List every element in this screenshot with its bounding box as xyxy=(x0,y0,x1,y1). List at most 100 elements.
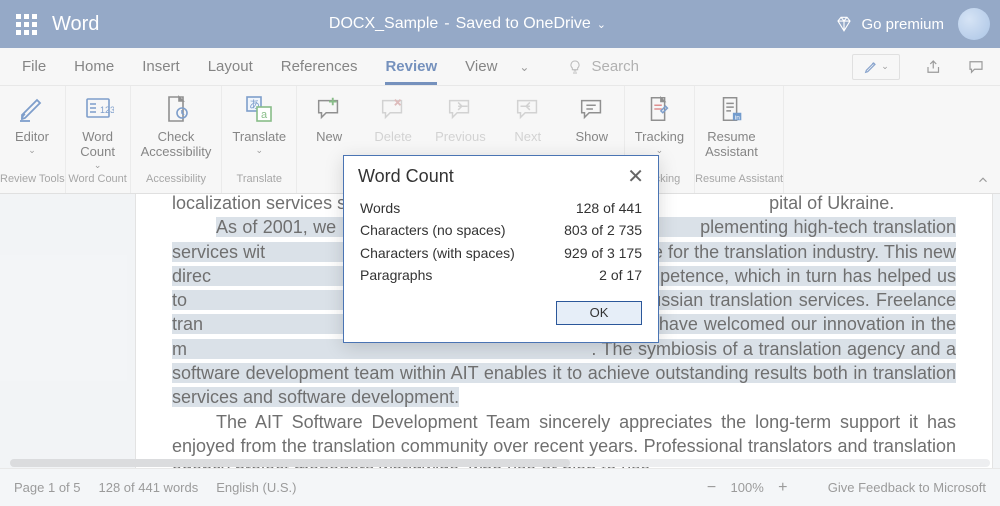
status-bar: Page 1 of 5 128 of 441 words English (U.… xyxy=(0,468,1000,506)
word-count-icon: 123 xyxy=(81,92,115,126)
resume-assistant-button[interactable]: in ResumeAssistant xyxy=(695,92,768,160)
chevron-down-icon: ⌄ xyxy=(597,18,606,31)
dialog-body: Words128 of 441Characters (no spaces) 803… xyxy=(344,193,658,291)
tab-layout[interactable]: Layout xyxy=(194,48,267,85)
share-button[interactable] xyxy=(918,54,950,80)
show-button[interactable]: Show xyxy=(560,92,624,145)
new-button[interactable]: New xyxy=(297,92,361,145)
dialog-row: Characters (no spaces) 803 of 2 735 xyxy=(360,219,642,241)
ok-button[interactable]: OK xyxy=(556,301,642,325)
group-label: Translate xyxy=(222,173,296,193)
zoom-level[interactable]: 100% xyxy=(731,480,764,495)
page-status[interactable]: Page 1 of 5 xyxy=(14,480,81,495)
stat-label: Characters (with spaces) xyxy=(360,242,515,264)
svg-text:a: a xyxy=(261,109,268,121)
tab-insert[interactable]: Insert xyxy=(128,48,194,85)
next-icon xyxy=(511,92,545,126)
button-label: New xyxy=(316,130,342,145)
title-separator: - xyxy=(444,15,449,33)
check-accessibility-icon xyxy=(159,92,193,126)
button-label: Next xyxy=(514,130,541,145)
zoom-controls: − 100% + xyxy=(703,479,792,497)
ribbon-group-review-tools: Editor ⌄ Review Tools xyxy=(0,86,66,193)
new-icon xyxy=(312,92,346,126)
app-launcher-icon[interactable] xyxy=(10,8,42,40)
ribbon-group-translate: あa Translate ⌄ Translate xyxy=(222,86,297,193)
group-label: Accessibility xyxy=(131,173,222,193)
stat-label: Characters (no spaces) xyxy=(360,219,506,241)
stat-value: 2 of 17 xyxy=(599,264,642,286)
doc-name: DOCX_Sample xyxy=(329,15,438,33)
translate-icon: あa xyxy=(242,92,276,126)
go-premium-button[interactable]: Go premium xyxy=(835,15,944,33)
ribbon-group-accessibility: CheckAccessibility Accessibility xyxy=(131,86,223,193)
pencil-icon xyxy=(863,59,879,75)
show-icon xyxy=(575,92,609,126)
editor-icon xyxy=(15,92,49,126)
stat-value: 929 of 3 175 xyxy=(564,242,642,264)
button-label: Translate ⌄ xyxy=(232,130,286,155)
collapse-ribbon-button[interactable] xyxy=(976,173,990,187)
button-label: CheckAccessibility xyxy=(141,130,212,160)
tabs-container: FileHomeInsertLayoutReferencesReviewView xyxy=(8,48,511,85)
previous-button: Previous xyxy=(425,92,496,145)
delete-button: Delete xyxy=(361,92,425,145)
stat-value: 128 of 441 xyxy=(576,197,642,219)
diamond-icon xyxy=(835,15,853,33)
ribbon-group-word-count: 123 WordCount ⌄ Word Count xyxy=(66,86,131,193)
save-status: Saved to OneDrive xyxy=(456,15,591,33)
svg-text:123: 123 xyxy=(100,105,114,115)
dialog-row: Paragraphs 2 of 17 xyxy=(360,264,642,286)
search-label: Search xyxy=(591,58,639,75)
comments-button[interactable] xyxy=(960,54,992,80)
tabs-row: FileHomeInsertLayoutReferencesReviewView… xyxy=(0,48,1000,86)
delete-icon xyxy=(376,92,410,126)
previous-icon xyxy=(443,92,477,126)
button-label: Editor ⌄ xyxy=(15,130,49,155)
document-title[interactable]: DOCX_Sample - Saved to OneDrive ⌄ xyxy=(99,15,835,33)
search-group[interactable]: Search xyxy=(567,58,639,75)
zoom-in-button[interactable]: + xyxy=(774,479,792,497)
premium-label: Go premium xyxy=(861,16,944,33)
zoom-out-button[interactable]: − xyxy=(703,479,721,497)
dialog-title: Word Count xyxy=(358,166,454,187)
word-count-dialog: Word Count ✕ Words128 of 441Characters (… xyxy=(343,155,659,343)
button-label: Previous xyxy=(435,130,486,145)
editing-mode-button[interactable]: ⌄ xyxy=(852,54,900,80)
horizontal-scrollbar[interactable] xyxy=(0,456,1000,468)
app-name: Word xyxy=(52,13,99,36)
tab-view[interactable]: View xyxy=(451,48,511,85)
tab-review[interactable]: Review xyxy=(371,48,451,85)
dialog-row: Characters (with spaces) 929 of 3 175 xyxy=(360,242,642,264)
stat-value: 803 of 2 735 xyxy=(564,219,642,241)
lightbulb-icon xyxy=(567,59,583,75)
language-status[interactable]: English (U.S.) xyxy=(216,480,296,495)
scrollbar-thumb[interactable] xyxy=(10,459,570,467)
editor-button[interactable]: Editor ⌄ xyxy=(0,92,64,155)
tracking-icon xyxy=(642,92,676,126)
group-label: Review Tools xyxy=(0,173,65,193)
tracking-button[interactable]: Tracking ⌄ xyxy=(625,92,694,155)
tab-home[interactable]: Home xyxy=(60,48,128,85)
translate-button[interactable]: あa Translate ⌄ xyxy=(222,92,296,155)
next-button: Next xyxy=(496,92,560,145)
group-label: Word Count xyxy=(66,173,130,193)
chevron-down-icon: ⌄ xyxy=(881,61,889,72)
resume-assistant-icon: in xyxy=(714,92,748,126)
check-accessibility-button[interactable]: CheckAccessibility xyxy=(131,92,222,160)
stat-label: Paragraphs xyxy=(360,264,432,286)
word-count-button[interactable]: 123 WordCount ⌄ xyxy=(66,92,130,170)
title-bar: Word DOCX_Sample - Saved to OneDrive ⌄ G… xyxy=(0,0,1000,48)
dialog-row: Words128 of 441 xyxy=(360,197,642,219)
close-icon[interactable]: ✕ xyxy=(627,167,644,187)
feedback-link[interactable]: Give Feedback to Microsoft xyxy=(828,480,986,495)
button-label: ResumeAssistant xyxy=(705,130,758,160)
tab-file[interactable]: File xyxy=(8,48,60,85)
avatar[interactable] xyxy=(958,8,990,40)
button-label: Delete xyxy=(374,130,412,145)
tabs-overflow[interactable]: ⌄ xyxy=(511,48,537,85)
button-label: WordCount ⌄ xyxy=(80,130,115,170)
word-count-status[interactable]: 128 of 441 words xyxy=(99,480,199,495)
tab-references[interactable]: References xyxy=(267,48,372,85)
group-label: Resume Assistant xyxy=(695,173,783,193)
